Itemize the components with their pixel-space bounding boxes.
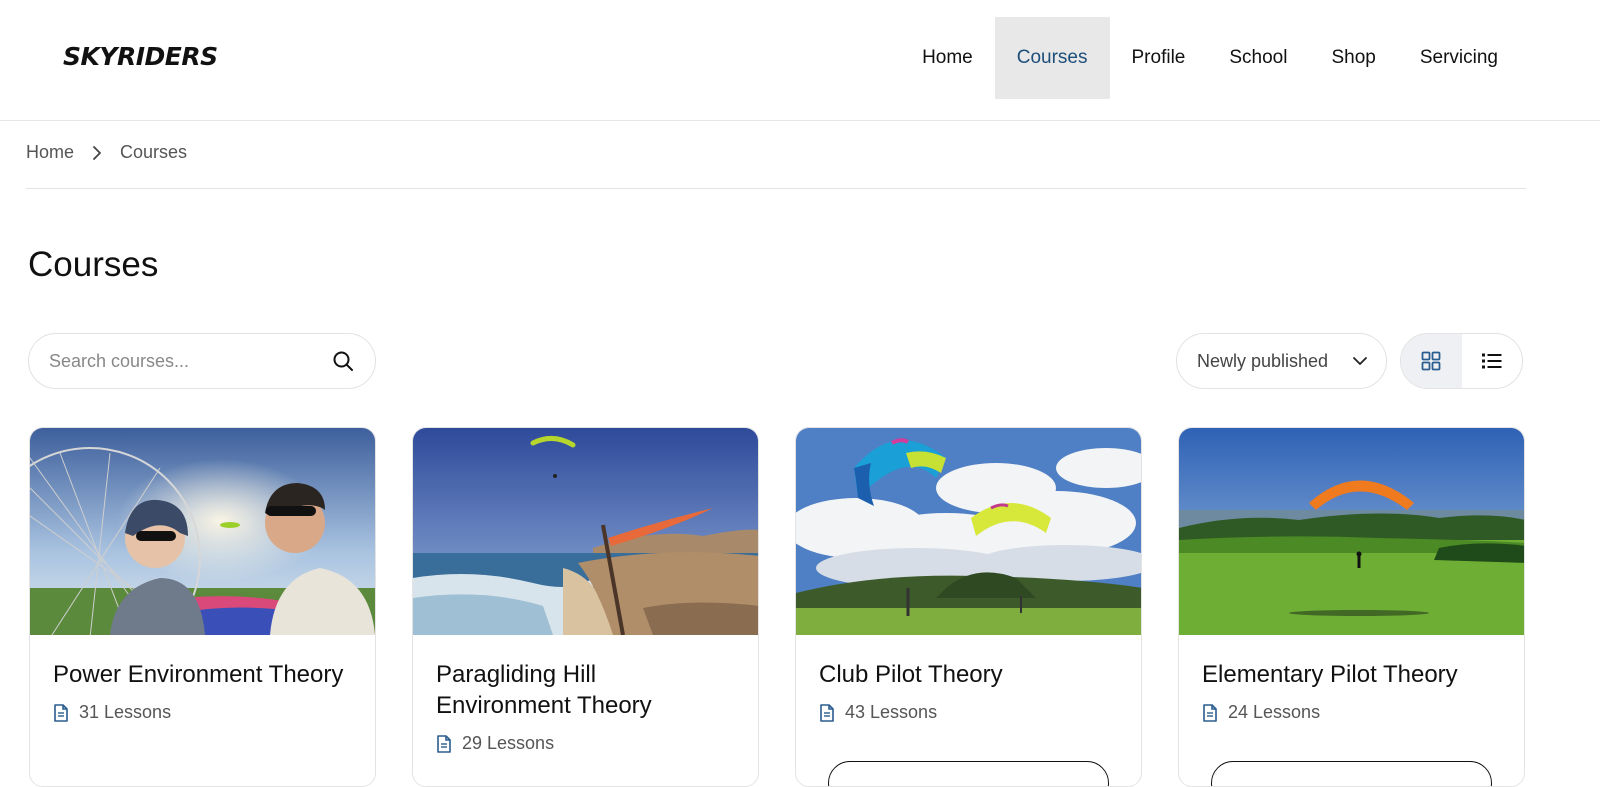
view-toggle [1400, 333, 1523, 389]
document-icon [53, 703, 69, 722]
search-box [28, 333, 376, 389]
course-title[interactable]: Elementary Pilot Theory [1202, 659, 1502, 690]
lesson-count: 24 Lessons [1228, 702, 1321, 722]
nav-item-servicing[interactable]: Servicing [1398, 17, 1520, 99]
site-logo[interactable]: SKYRIDERS [63, 42, 218, 71]
course-card[interactable]: Paragliding Hill Environment Theory 29 L… [412, 427, 759, 787]
search-input[interactable] [49, 350, 331, 372]
course-title[interactable]: Paragliding Hill Environment Theory [436, 659, 736, 721]
course-card[interactable]: Power Environment Theory 31 Lessons [29, 427, 376, 787]
course-grid: Power Environment Theory 31 Lessons Para… [29, 427, 1525, 787]
lesson-count: 31 Lessons [79, 702, 172, 722]
document-icon [819, 703, 835, 722]
breadcrumb-home-link[interactable]: Home [26, 142, 74, 163]
nav-item-courses[interactable]: Courses [994, 17, 1110, 99]
site-header: SKYRIDERS Home Courses Profile School Sh… [0, 0, 1600, 121]
course-card[interactable]: Elementary Pilot Theory 24 Lessons [1178, 427, 1525, 787]
course-card[interactable]: Club Pilot Theory 43 Lessons [795, 427, 1142, 787]
main-nav: Home Courses Profile School Shop Servici… [900, 17, 1520, 99]
chevron-down-icon [1352, 356, 1368, 366]
page-title: Courses [28, 245, 159, 284]
lesson-count: 29 Lessons [462, 733, 555, 753]
sort-select[interactable]: Newly published [1176, 333, 1387, 389]
grid-view-icon [1421, 351, 1441, 371]
course-image [30, 428, 375, 635]
course-image [796, 428, 1141, 635]
nav-item-school[interactable]: School [1207, 17, 1309, 99]
course-lessons: 43 Lessons [819, 702, 1119, 723]
grid-view-button[interactable] [1401, 334, 1462, 388]
breadcrumb: Home Courses [26, 142, 187, 163]
list-view-icon [1481, 352, 1502, 370]
nav-item-shop[interactable]: Shop [1309, 17, 1397, 99]
course-title[interactable]: Power Environment Theory [53, 659, 353, 690]
document-icon [1202, 703, 1218, 722]
chevron-right-icon [92, 145, 102, 161]
course-lessons: 24 Lessons [1202, 702, 1502, 723]
list-view-button[interactable] [1462, 334, 1523, 388]
nav-item-home[interactable]: Home [900, 17, 995, 99]
sort-selected-value: Newly published [1197, 350, 1329, 371]
course-title[interactable]: Club Pilot Theory [819, 659, 1119, 690]
breadcrumb-divider [26, 188, 1526, 189]
course-card-button[interactable] [1211, 761, 1492, 786]
course-lessons: 31 Lessons [53, 702, 353, 723]
course-lessons: 29 Lessons [436, 733, 736, 754]
course-card-button[interactable] [828, 761, 1109, 786]
course-image [413, 428, 758, 635]
search-icon[interactable] [331, 349, 355, 373]
course-image [1179, 428, 1524, 635]
nav-item-profile[interactable]: Profile [1110, 17, 1208, 99]
document-icon [436, 734, 452, 753]
breadcrumb-current: Courses [120, 142, 188, 162]
lesson-count: 43 Lessons [845, 702, 938, 722]
